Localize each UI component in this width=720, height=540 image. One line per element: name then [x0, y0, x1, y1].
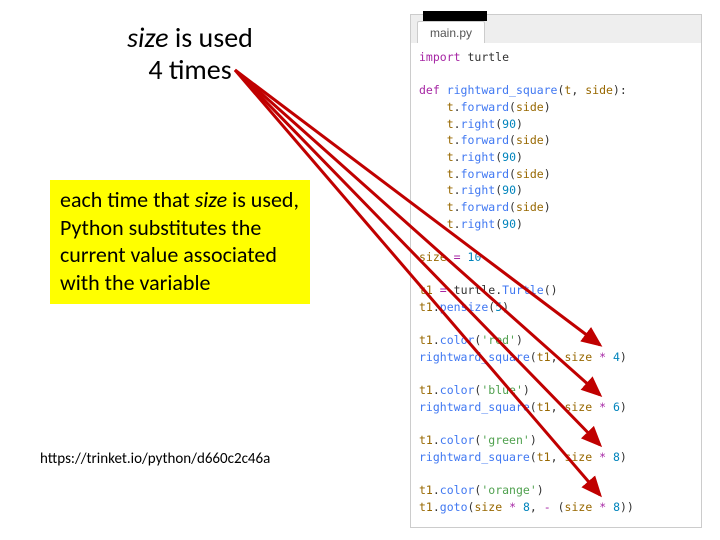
code-editor: main.py import turtle def rightward_squa…: [410, 14, 702, 528]
heading-line2: 4 times: [148, 52, 231, 87]
size-use-4b: size: [565, 500, 593, 514]
tab-main-py[interactable]: main.py: [417, 21, 485, 43]
slide-heading: size is used 4 times: [70, 22, 310, 86]
kw-def: def: [419, 83, 440, 97]
size-use-3: size: [564, 450, 592, 464]
param-side: side: [585, 83, 613, 97]
param-t: t: [564, 83, 571, 97]
heading-text1: is used: [169, 20, 253, 55]
heading-ital: size: [127, 20, 168, 55]
size-use-2: size: [564, 400, 592, 414]
callout-box: each time that size is used, Python subs…: [50, 180, 310, 304]
code-area: import turtle def rightward_square(t, si…: [411, 43, 701, 524]
callout-ital: size: [195, 186, 228, 213]
callout-pre: each time that: [60, 186, 195, 213]
redaction-bar: [423, 11, 487, 21]
var-size-assign: size: [419, 250, 447, 264]
func-name: rightward_square: [440, 83, 558, 97]
kw-import: import: [419, 50, 461, 64]
size-use-4a: size: [474, 500, 502, 514]
source-url: https://trinket.io/python/d660c2c46a: [40, 450, 270, 468]
size-use-1: size: [564, 350, 592, 364]
mod-turtle: turtle: [461, 50, 509, 64]
